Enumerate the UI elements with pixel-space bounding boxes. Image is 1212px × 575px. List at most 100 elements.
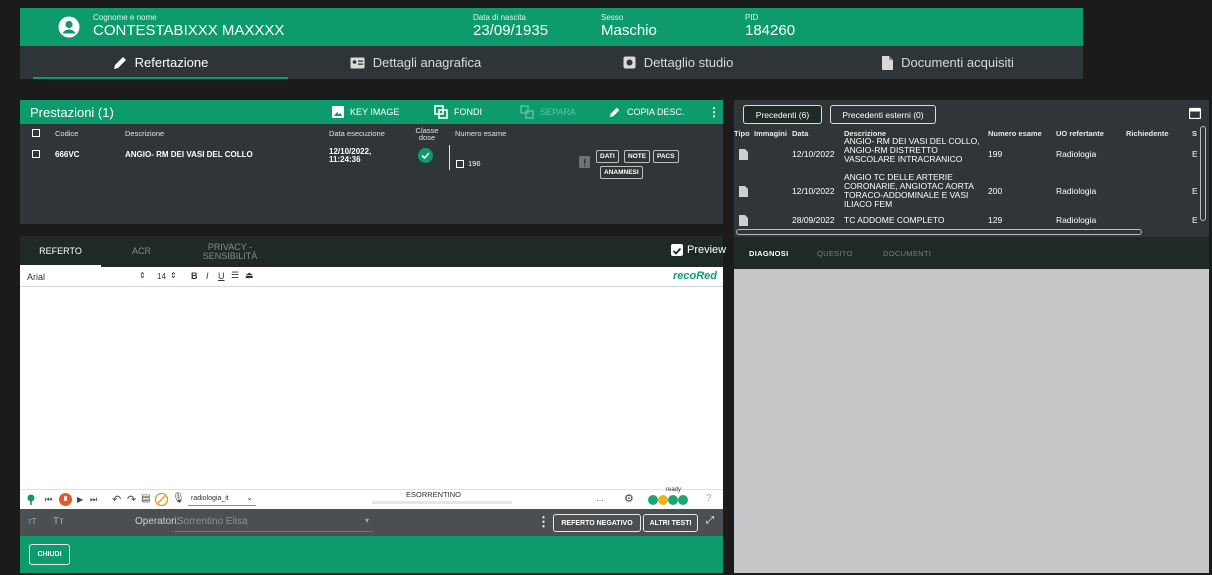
prestazioni-panel: Prestazioni (1) KEY IMAGE FONDI SEPARA C… xyxy=(20,100,723,224)
row-descrizione: TC ADDOME COMPLETO xyxy=(844,215,945,225)
text-size-small-icon[interactable]: тT xyxy=(28,517,37,526)
tab-documenti-acquisiti[interactable]: Documenti acquisiti xyxy=(813,46,1083,79)
operator-label: Operatori: xyxy=(135,516,180,527)
tab-label: Refertazione xyxy=(134,55,209,70)
tab-label: Dettagli anagrafica xyxy=(372,55,482,70)
row-uo: Radiologia xyxy=(1056,186,1097,196)
footer-bar: CHIUDI xyxy=(20,536,723,573)
operator-value: Sorrentino Elisa xyxy=(177,516,248,527)
separa-button[interactable]: SEPARA xyxy=(520,100,576,124)
report-editor-area[interactable] xyxy=(20,288,723,489)
tab-diagnosi[interactable]: DIAGNOSI xyxy=(749,237,789,269)
record-icon[interactable] xyxy=(59,493,72,506)
font-size-chevron-icon[interactable]: ⇕ xyxy=(170,271,177,280)
more-menu-icon[interactable]: ⋮ xyxy=(708,100,720,124)
tree-icon[interactable] xyxy=(25,494,37,506)
horizontal-scrollbar[interactable] xyxy=(736,229,1142,235)
no-edit-icon[interactable] xyxy=(155,493,168,506)
referto-negativo-button[interactable]: REFERTO NEGATIVO xyxy=(553,514,641,532)
fondi-button[interactable]: FONDI xyxy=(434,100,482,124)
chiudi-button[interactable]: CHIUDI xyxy=(29,544,70,565)
row-checkbox[interactable] xyxy=(32,150,40,158)
clipboard-icon[interactable]: ▤ xyxy=(141,493,150,504)
diagnosi-content xyxy=(734,269,1209,573)
altri-testi-button[interactable]: ALTRI TESTI xyxy=(643,514,698,532)
skip-back-icon[interactable]: ⏮ xyxy=(45,495,52,505)
undo-icon[interactable]: ↶ xyxy=(112,493,121,506)
underline-icon[interactable]: U xyxy=(218,271,225,281)
status-text: ready xyxy=(666,487,682,493)
status-dots-icon xyxy=(647,494,691,506)
dati-button[interactable]: DATI xyxy=(596,150,619,163)
bold-icon[interactable]: B xyxy=(191,271,198,281)
font-select-chevron-icon[interactable]: ⇕ xyxy=(139,271,146,280)
row-descrizione: ANGIO TC DELLE ARTERIE CORONARIE, ANGIOT… xyxy=(844,172,974,209)
precedenti-esterni-button[interactable]: Precedenti esterni (0) xyxy=(830,105,936,124)
italic-icon[interactable]: I xyxy=(206,271,209,281)
help-icon[interactable]: ? xyxy=(706,493,712,504)
patient-name: CONTESTABIXXX MAXXXX xyxy=(93,22,285,39)
play-icon[interactable]: ▶ xyxy=(77,495,83,504)
col-numero: Numero esame xyxy=(455,129,507,138)
document-icon xyxy=(739,149,748,160)
row-data: 12/10/2022 xyxy=(792,186,835,196)
col-data: Data esecuzione xyxy=(329,129,385,138)
col-richiedente: Richiedente xyxy=(1126,129,1169,138)
language-model-select[interactable]: radiologia_it ⌄ xyxy=(188,492,256,506)
numero-checkbox[interactable] xyxy=(456,160,464,168)
tab-privacy[interactable]: PRIVACY - SENSIBILITÀ xyxy=(182,236,278,267)
ellipsis-icon[interactable]: … xyxy=(596,494,604,503)
row-s: E xyxy=(1192,186,1198,196)
pencil-icon xyxy=(609,106,621,118)
row-numero: 200 xyxy=(988,186,1003,196)
audio-level-bar xyxy=(372,501,512,504)
precedenti-button[interactable]: Precedenti (6) xyxy=(743,105,822,124)
collapse-icon[interactable]: ⏏ xyxy=(245,270,254,281)
row-numero: 129 xyxy=(988,215,1003,225)
tab-acr[interactable]: ACR xyxy=(101,236,182,267)
gear-icon[interactable]: ⚙ xyxy=(624,492,634,505)
expand-icon[interactable]: ⤢ xyxy=(706,515,714,526)
tab-documenti[interactable]: DOCUMENTI xyxy=(883,237,931,269)
copia-desc-button[interactable]: COPIA DESC. xyxy=(609,100,685,124)
key-image-button[interactable]: KEY IMAGE xyxy=(332,100,399,124)
pencil-icon xyxy=(113,56,127,70)
chevron-down-icon: ⌄ xyxy=(246,493,253,502)
main-tabs: Refertazione Dettagli anagrafica Dettagl… xyxy=(20,46,1083,79)
chevron-down-icon: ▾ xyxy=(364,516,369,525)
dob-label: Data di nascita xyxy=(473,13,526,22)
referto-tabs: REFERTO ACR PRIVACY - SENSIBILITÀ Previe… xyxy=(20,236,726,267)
note-button[interactable]: NOTE xyxy=(624,150,651,163)
tab-refertazione[interactable]: Refertazione xyxy=(33,46,288,79)
split-icon xyxy=(520,105,534,119)
skip-forward-icon[interactable]: ⏭ xyxy=(90,495,97,505)
text-size-large-icon[interactable]: Tт xyxy=(53,516,64,527)
prestazioni-toolbar: Prestazioni (1) KEY IMAGE FONDI SEPARA C… xyxy=(20,100,723,124)
align-icon[interactable]: ☰ xyxy=(231,270,239,281)
col-immagini: Immagini xyxy=(754,129,787,138)
col-uo: UO refertante xyxy=(1056,129,1104,138)
operator-select[interactable]: Sorrentino Elisa ▾ xyxy=(175,512,373,532)
calendar-icon[interactable] xyxy=(1189,107,1201,119)
mic-settings-icon[interactable]: 🎙 xyxy=(172,493,185,504)
document-icon xyxy=(882,55,894,70)
more-menu-icon[interactable]: ⋮ xyxy=(537,514,550,530)
anamnesi-button[interactable]: ANAMNESI xyxy=(600,166,643,179)
pid-label: PID xyxy=(745,13,759,22)
col-tipo: Tipo xyxy=(734,129,750,138)
name-label: Cognome e nome xyxy=(93,13,157,22)
preview-checkbox[interactable] xyxy=(671,244,683,256)
tab-referto[interactable]: REFERTO xyxy=(20,236,101,267)
vertical-scrollbar[interactable] xyxy=(1200,126,1206,221)
row-data: 12/10/2022 xyxy=(792,149,835,159)
tab-dettaglio-studio[interactable]: Dettaglio studio xyxy=(543,46,813,79)
font-size-select[interactable]: 14 xyxy=(157,272,166,281)
tab-quesito[interactable]: QUESITO xyxy=(817,237,853,269)
col-numero: Numero esame xyxy=(988,129,1042,138)
clipboard-alert-icon[interactable] xyxy=(579,155,590,168)
pacs-button[interactable]: PACS xyxy=(653,150,679,163)
redo-icon[interactable]: ↷ xyxy=(127,493,136,506)
tab-dettagli-anagrafica[interactable]: Dettagli anagrafica xyxy=(288,46,543,79)
font-select[interactable]: Arial xyxy=(27,272,45,282)
select-all-checkbox[interactable] xyxy=(32,129,40,137)
